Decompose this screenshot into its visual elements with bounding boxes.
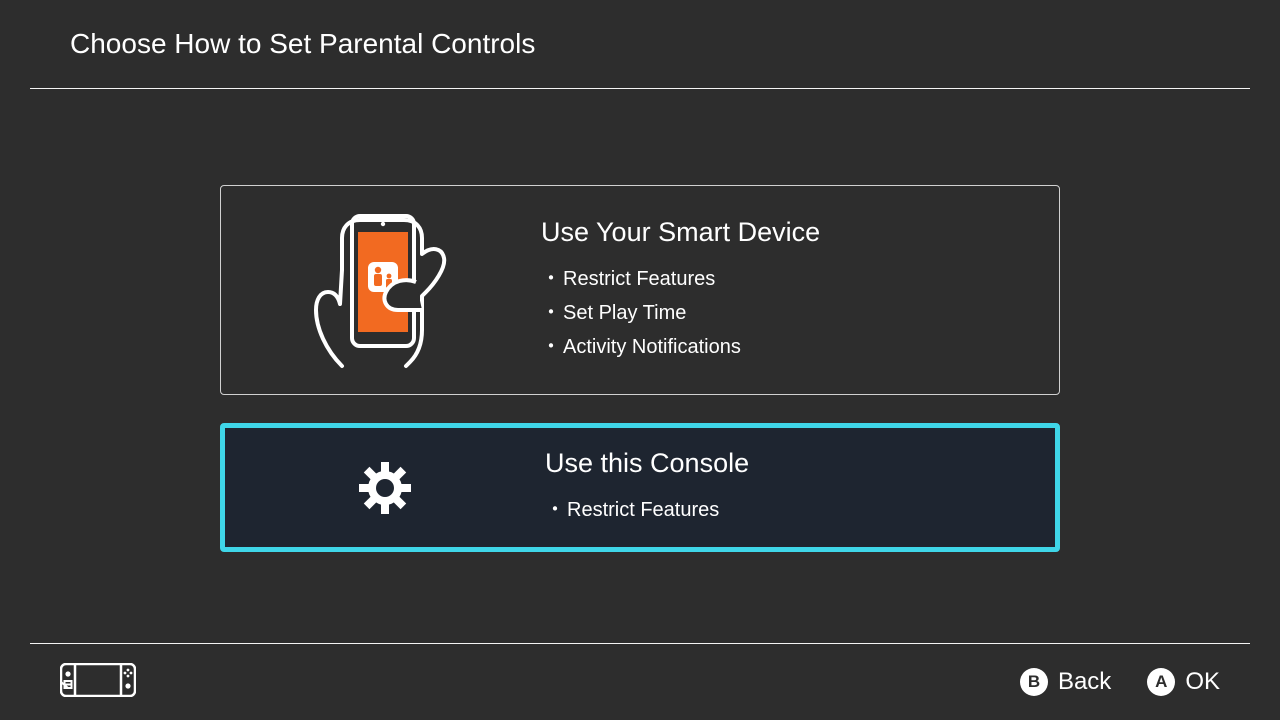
gear-icon [359,462,411,514]
feature-item: Restrict Features [541,262,1059,296]
option-this-console[interactable]: Use this Console Restrict Features [220,423,1060,552]
options-container: Use Your Smart Device Restrict Features … [0,185,1280,552]
footer-hints: B Back A OK [1020,668,1220,696]
header: Choose How to Set Parental Controls [0,0,1280,88]
option-icon-area [225,462,545,514]
footer: B Back A OK [0,644,1280,720]
option-text-area: Use this Console Restrict Features [545,448,1055,527]
header-divider [30,88,1250,89]
controller-icon [60,663,136,697]
b-button-icon: B [1020,668,1048,696]
option-features-list: Restrict Features [545,493,1055,527]
hint-back[interactable]: B Back [1020,668,1111,696]
page-title: Choose How to Set Parental Controls [70,28,535,60]
option-smart-device[interactable]: Use Your Smart Device Restrict Features … [220,185,1060,395]
option-icon-area [221,210,541,370]
feature-item: Set Play Time [541,296,1059,330]
hint-label: Back [1058,668,1111,696]
hint-label: OK [1185,668,1220,696]
a-button-icon: A [1147,668,1175,696]
feature-item: Restrict Features [545,493,1055,527]
option-title: Use Your Smart Device [541,217,1059,248]
option-title: Use this Console [545,448,1055,479]
hint-ok[interactable]: A OK [1147,668,1220,696]
phone-in-hand-icon [306,210,456,370]
option-text-area: Use Your Smart Device Restrict Features … [541,217,1059,364]
footer-left [60,663,136,702]
feature-item: Activity Notifications [541,330,1059,364]
option-features-list: Restrict Features Set Play Time Activity… [541,262,1059,364]
